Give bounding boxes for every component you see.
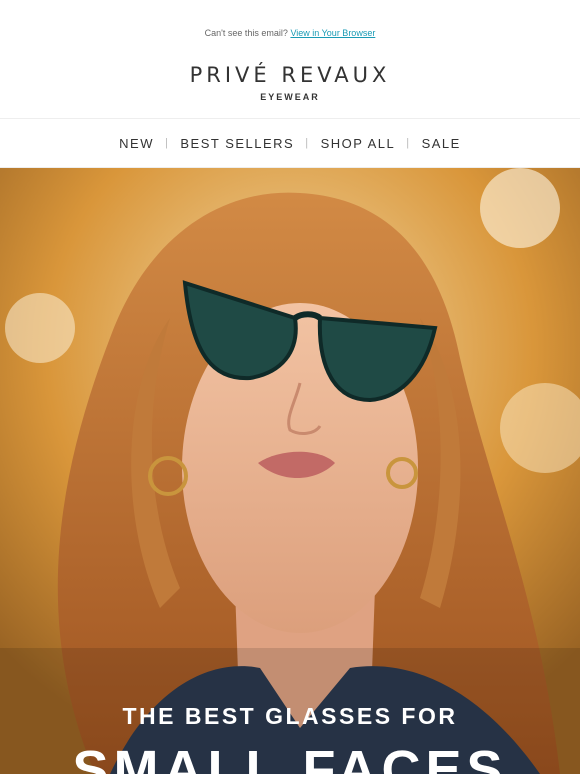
preheader-text: Can't see this email? [204, 28, 288, 38]
brand-name: PRIVÉ REVAUX [189, 63, 391, 87]
nav-item-new[interactable]: NEW [108, 136, 165, 151]
hero-banner[interactable]: THE BEST GLASSES FOR SMALL FACES [0, 168, 580, 774]
nav-item-best-sellers[interactable]: BEST SELLERS [169, 136, 305, 151]
nav-item-shop-all[interactable]: SHOP ALL [310, 136, 407, 151]
hero-headline-line1: THE BEST GLASSES FOR [122, 703, 458, 729]
nav-item-sale[interactable]: SALE [411, 136, 472, 151]
main-nav: NEW | BEST SELLERS | SHOP ALL | SALE [0, 118, 580, 168]
view-in-browser-link[interactable]: View in Your Browser [290, 28, 375, 38]
preheader: Can't see this email? View in Your Brows… [0, 0, 580, 64]
hero-image [0, 168, 580, 774]
hero-headline-line2: SMALL FACES [72, 740, 508, 774]
brand-logo[interactable]: PRIVÉ REVAUX EYEWEAR [0, 64, 580, 118]
brand-subtitle: EYEWEAR [260, 92, 320, 102]
